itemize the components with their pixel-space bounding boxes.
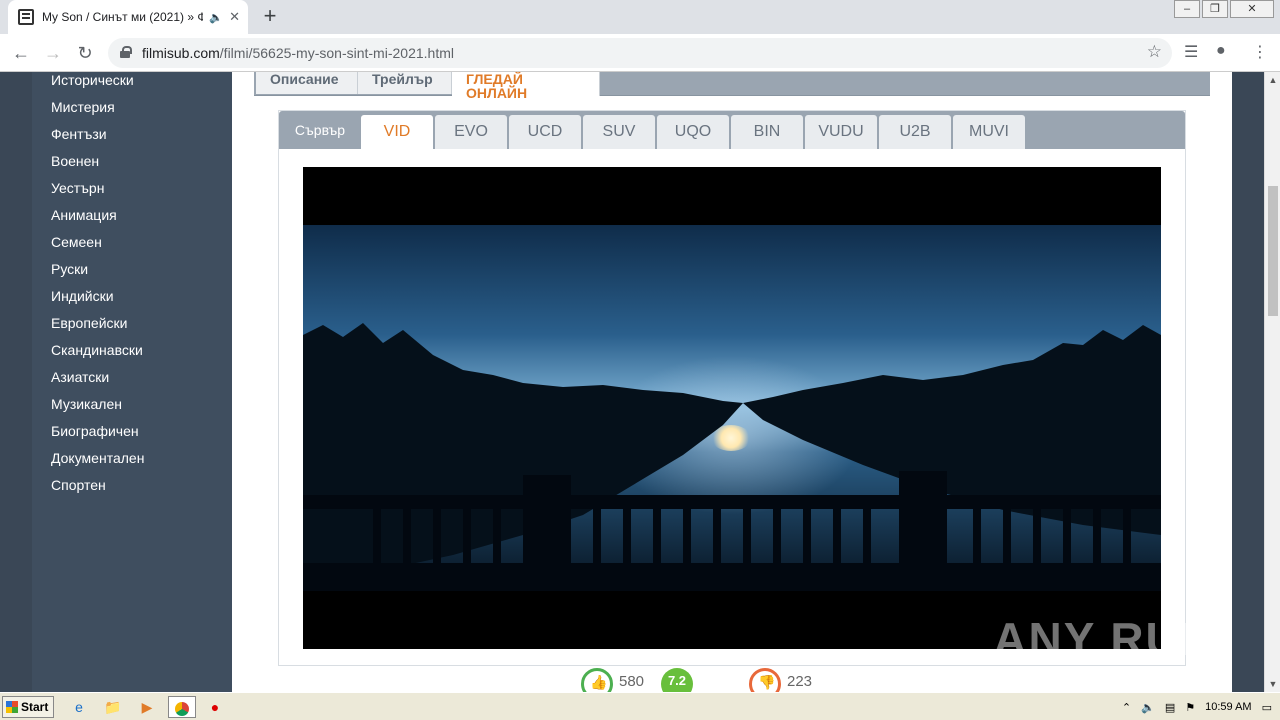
system-tray: ⌃ 🔈 ▤ ⚑ 10:59 AM ▭ [1114,695,1280,719]
speaker-icon[interactable]: 🔈 [209,11,223,24]
profile-avatar-icon[interactable]: ● [1216,42,1226,60]
server-tab-uqo[interactable]: UQO [657,115,729,149]
browser-toolbar: ← → ↻ filmisub.com/filmi/56625-my-son-si… [0,34,1280,72]
sidebar-item-biography[interactable]: Биографичен [32,423,232,450]
sidebar-item-documentary[interactable]: Документален [32,450,232,477]
address-bar[interactable]: filmisub.com/filmi/56625-my-son-sint-mi-… [108,38,1172,68]
sidebar-item-war[interactable]: Военен [32,153,232,180]
browser-tab[interactable]: My Son / Синът ми (2021) » Фи 🔈 ✕ [8,0,248,34]
window-controls: – ❐ ✕ [1172,0,1274,18]
sidebar-item-european[interactable]: Европейски [32,315,232,342]
video-frame [303,225,1161,591]
rating-bar: 👍 580 7.2 👎 223 [577,668,877,692]
player-box: Сървър VID EVO UCD SUV UQO BIN VUDU U2B … [278,110,1186,666]
volume-icon[interactable]: 🔈 [1141,701,1155,714]
server-tab-suv[interactable]: SUV [583,115,655,149]
back-arrow-icon[interactable]: ← [8,40,34,66]
server-tab-vid[interactable]: VID [361,115,433,149]
sidebar-item-asian[interactable]: Азиатски [32,369,232,396]
server-tab-u2b[interactable]: U2B [879,115,951,149]
media-player-icon[interactable]: ▶ [136,696,158,718]
restore-button[interactable]: ❐ [1202,0,1228,18]
main-content: Описание Трейлър ГЛЕДАЙ ОНЛАЙН Сървър VI… [232,72,1232,692]
media-queue-icon[interactable]: ☰ [1184,42,1198,62]
dislikes-count: 223 [787,673,813,690]
sidebar-item-family[interactable]: Семеен [32,234,232,261]
tab-watch-online[interactable]: ГЛЕДАЙ ОНЛАЙН [452,72,600,100]
video-player[interactable] [303,167,1161,649]
like-button[interactable]: 👍 [581,668,613,692]
sidebar-item-mystery[interactable]: Мистерия [32,99,232,126]
sidebar-item-animation[interactable]: Анимация [32,207,232,234]
chrome-taskbar-icon[interactable] [168,696,196,718]
server-tabs: Сървър VID EVO UCD SUV UQO BIN VUDU U2B … [279,111,1185,149]
bookmark-star-icon[interactable]: ☆ [1147,42,1162,62]
show-desktop-icon[interactable]: ▭ [1262,701,1272,714]
url-text[interactable]: filmisub.com/filmi/56625-my-son-sint-mi-… [142,45,454,61]
movie-tabs: Описание Трейлър ГЛЕДАЙ ОНЛАЙН [254,72,1210,100]
window-close-button[interactable]: ✕ [1230,0,1274,18]
ie-icon[interactable]: e [68,696,90,718]
tab-description[interactable]: Описание [256,72,358,94]
start-button[interactable]: Start [2,696,54,718]
sidebar-item-sport[interactable]: Спортен [32,477,232,504]
anyrun-watermark: ANY RUN [993,613,1216,665]
forward-arrow-icon[interactable]: → [40,40,66,66]
server-tab-evo[interactable]: EVO [435,115,507,149]
menu-kebab-icon[interactable]: ⋮ [1252,42,1268,62]
clock[interactable]: 10:59 AM [1205,701,1251,713]
right-gutter [1232,72,1264,692]
sidebar-item-indian[interactable]: Индийски [32,288,232,315]
server-label: Сървър [294,122,346,138]
sidebar-item-fantasy[interactable]: Фентъзи [32,126,232,153]
page-scrollbar[interactable]: ▲ ▼ [1264,72,1280,692]
scroll-down-arrow-icon[interactable]: ▼ [1265,676,1280,692]
lock-icon [120,46,132,58]
scroll-up-arrow-icon[interactable]: ▲ [1265,72,1280,88]
scrollbar-thumb[interactable] [1268,186,1278,316]
sidebar-item-russian[interactable]: Руски [32,261,232,288]
explorer-folder-icon[interactable]: 📁 [102,696,124,718]
thumbs-down-icon: 👎 [758,674,776,690]
tab-trailer[interactable]: Трейлър [358,72,452,94]
browser-tabstrip: My Son / Синът ми (2021) » Фи 🔈 ✕ + – ❐ … [0,0,1280,34]
site-favicon-icon [18,9,34,25]
windows-taskbar: Start e 📁 ▶ ● ⌃ 🔈 ▤ ⚑ 10:59 AM ▭ [0,692,1280,720]
chrome-icon [175,702,189,717]
sidebar-item-musical[interactable]: Музикален [32,396,232,423]
reload-icon[interactable]: ↻ [72,40,98,66]
genre-sidebar: Исторически Мистерия Фентъзи Военен Уест… [32,72,232,692]
dislike-button[interactable]: 👎 [749,668,781,692]
server-tab-ucd[interactable]: UCD [509,115,581,149]
url-path: /filmi/56625-my-son-sint-mi-2021.html [219,45,454,61]
score-badge: 7.2 [661,668,693,692]
tab-title: My Son / Синът ми (2021) » Фи [42,10,204,24]
network-icon[interactable]: ▤ [1165,701,1175,714]
river-silhouette [303,323,1161,591]
likes-count: 580 [619,673,645,690]
sidebar-item-scandinavian[interactable]: Скандинавски [32,342,232,369]
url-host: filmisub.com [142,45,220,61]
left-gutter [0,72,32,692]
close-tab-icon[interactable]: ✕ [229,9,240,25]
minimize-button[interactable]: – [1174,0,1200,18]
sidebar-item-western[interactable]: Уестърн [32,180,232,207]
opera-icon[interactable]: ● [204,696,226,718]
server-tab-muvi[interactable]: MUVI [953,115,1025,149]
server-tab-bin[interactable]: BIN [731,115,803,149]
new-tab-button[interactable]: + [258,4,282,28]
sidebar-item-historical[interactable]: Исторически [32,72,232,99]
thumbs-up-icon: 👍 [590,674,608,690]
tray-expand-icon[interactable]: ⌃ [1122,701,1131,714]
server-tab-vudu[interactable]: VUDU [805,115,877,149]
page-viewport: Исторически Мистерия Фентъзи Военен Уест… [0,72,1264,692]
action-center-flag-icon[interactable]: ⚑ [1185,701,1195,714]
